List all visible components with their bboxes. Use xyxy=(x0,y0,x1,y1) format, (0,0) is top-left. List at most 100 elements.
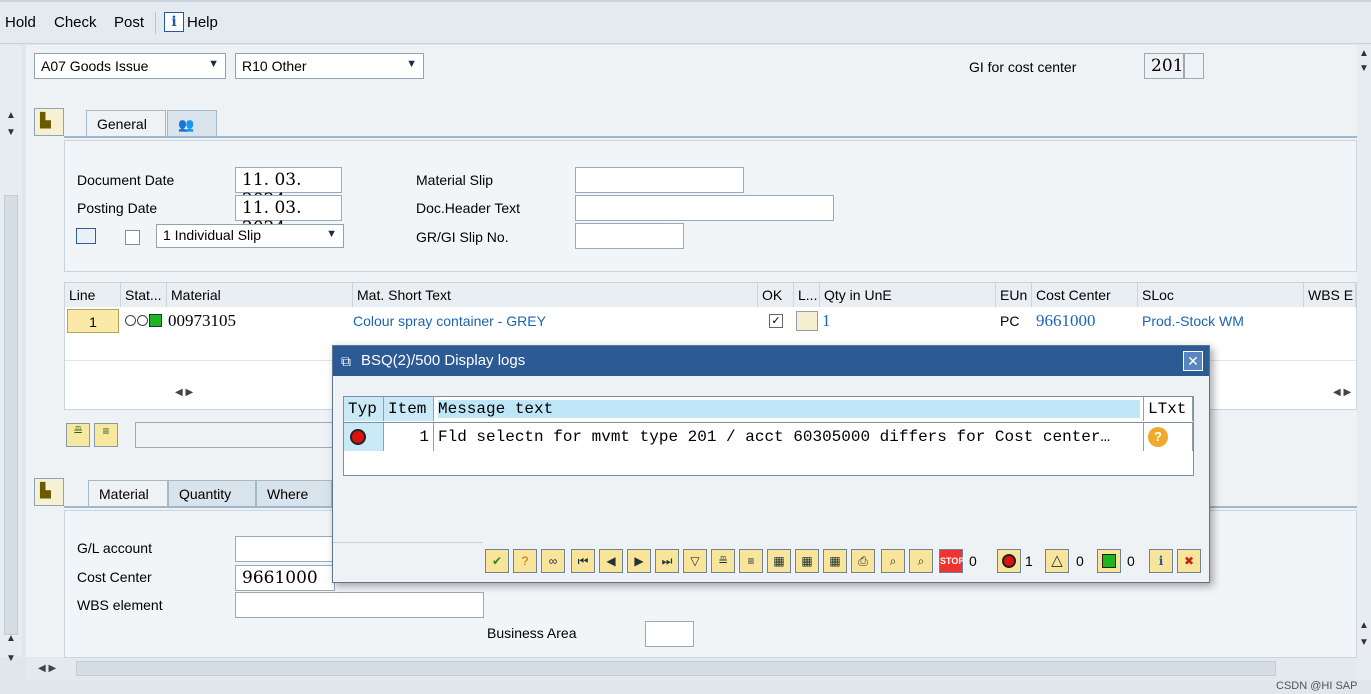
menu-hold[interactable]: Hold xyxy=(5,14,36,31)
menu-post[interactable]: Post xyxy=(114,14,144,31)
grgi-slip-field[interactable] xyxy=(575,223,684,249)
col-ltxt[interactable]: LTxt xyxy=(1144,397,1193,421)
check-icon[interactable]: ✔ xyxy=(485,549,509,573)
message-text[interactable]: Fld selectn for mvmt type 201 / acct 603… xyxy=(434,423,1144,451)
col-l[interactable]: L... xyxy=(794,283,820,307)
col-line[interactable]: Line xyxy=(65,283,121,307)
error-filter-icon[interactable] xyxy=(997,549,1021,573)
posting-date-field[interactable]: 11. 03. 2024 xyxy=(235,195,342,238)
find-next-icon[interactable]: ⌕ xyxy=(909,549,933,573)
scroll-thumb[interactable] xyxy=(4,195,18,635)
scroll-down-icon[interactable]: ▼ xyxy=(2,653,20,664)
cost-center-cell[interactable]: 9661000 xyxy=(1032,308,1138,334)
layout-change-icon[interactable]: ▦ xyxy=(795,549,819,573)
tab-quantity[interactable]: Quantity xyxy=(168,480,256,508)
success-icon[interactable] xyxy=(1097,549,1121,573)
dialog-title-bar[interactable]: ⧉ BSQ(2)/500 Display logs ✕ xyxy=(333,346,1209,376)
scroll-up-icon[interactable]: ▲ xyxy=(2,110,20,121)
prev-page-icon[interactable]: ◀ xyxy=(599,549,623,573)
sort-asc-icon[interactable]: ≞ xyxy=(711,549,735,573)
help-icon[interactable]: ? xyxy=(513,549,537,573)
glasses-icon[interactable]: ∞ xyxy=(541,549,565,573)
info-icon[interactable]: i xyxy=(1149,549,1173,573)
slip-select[interactable]: 1 Individual Slip ▼ xyxy=(156,224,344,248)
scroll-up-icon[interactable]: ▲ xyxy=(1355,620,1371,631)
doc-header-field[interactable] xyxy=(575,195,834,221)
help-question-icon[interactable]: ? xyxy=(1148,427,1168,447)
last-page-icon[interactable]: ⏭ xyxy=(655,549,679,573)
col-item[interactable]: Item xyxy=(384,397,434,421)
table-filter-field[interactable] xyxy=(135,422,335,448)
menu-help[interactable]: Help xyxy=(187,14,218,31)
material-cell[interactable]: 00973105 xyxy=(168,308,348,334)
col-qty[interactable]: Qty in UnE xyxy=(820,283,996,307)
print-checkbox[interactable] xyxy=(125,230,140,245)
first-page-icon[interactable]: ⏮ xyxy=(571,549,595,573)
print-icon[interactable]: ⎙ xyxy=(851,549,875,573)
find-icon[interactable]: ⌕ xyxy=(881,549,905,573)
col-ok[interactable]: OK xyxy=(758,283,794,307)
gl-account-field[interactable] xyxy=(235,536,335,562)
ok-checkbox[interactable]: ✓ xyxy=(769,314,783,328)
tab-general[interactable]: General xyxy=(86,110,166,138)
col-material[interactable]: Material xyxy=(167,283,353,307)
sort-asc-icon[interactable]: ≞ xyxy=(66,423,90,447)
bottom-scrollbar[interactable]: ◀ ▶ xyxy=(26,658,1357,680)
col-short-text[interactable]: Mat. Short Text xyxy=(353,283,758,307)
messages-table: Typ Item Message text LTxt 1 Fld selectn… xyxy=(343,396,1194,476)
sloc-cell[interactable]: Prod.-Stock WM xyxy=(1138,308,1304,334)
info-icon[interactable]: i xyxy=(164,12,184,32)
material-slip-field[interactable] xyxy=(575,167,744,193)
long-text-cell[interactable]: ? xyxy=(1144,423,1193,451)
scroll-down-icon[interactable]: ▼ xyxy=(1355,63,1371,74)
col-eun[interactable]: EUn xyxy=(996,283,1032,307)
col-sloc[interactable]: SLoc xyxy=(1138,283,1304,307)
right-scrollbar[interactable]: ▲ ▼ ▲ ▼ xyxy=(1357,45,1371,685)
table-hscroll-arrows-right[interactable]: ◀ ▶ xyxy=(1333,387,1351,398)
layout-save-icon[interactable]: ▦ xyxy=(823,549,847,573)
tab-where-label: Where xyxy=(267,486,309,502)
next-page-icon[interactable]: ▶ xyxy=(627,549,651,573)
scroll-down-icon[interactable]: ▼ xyxy=(2,127,20,138)
qty-cell[interactable]: 1 xyxy=(822,308,922,334)
sort-desc-icon[interactable]: ≡ xyxy=(94,423,118,447)
hscroll-thumb[interactable] xyxy=(76,661,1276,676)
scroll-up-icon[interactable]: ▲ xyxy=(2,633,20,644)
business-area-field[interactable] xyxy=(645,621,694,647)
short-text-cell[interactable]: Colour spray container - GREY xyxy=(353,308,753,334)
layout-icon[interactable]: ▦ xyxy=(767,549,791,573)
col-cost-center[interactable]: Cost Center xyxy=(1032,283,1138,307)
tab-material[interactable]: Material xyxy=(88,480,168,508)
tab-toggle-icon[interactable]: ▙ xyxy=(34,108,64,136)
close-icon[interactable]: ✕ xyxy=(1183,351,1203,371)
detail-toggle-icon[interactable]: ▙ xyxy=(34,478,64,506)
document-date-field[interactable]: 11. 03. 2024 xyxy=(235,167,342,210)
col-status[interactable]: Stat... xyxy=(121,283,167,307)
tab-partner[interactable]: 👥 xyxy=(167,110,217,138)
table-row[interactable]: 1 00973105 Colour spray container - GREY… xyxy=(65,308,1356,334)
scroll-down-icon[interactable]: ▼ xyxy=(1355,637,1371,648)
cost-center-field[interactable]: 9661000 xyxy=(235,565,335,591)
printer-icon[interactable] xyxy=(76,228,96,244)
col-wbs[interactable]: WBS E xyxy=(1304,283,1356,307)
table-hscroll-arrows[interactable]: ◀ ▶ xyxy=(175,387,193,398)
reference-select[interactable]: R10 Other ▼ xyxy=(235,53,424,79)
warning-icon[interactable]: △ xyxy=(1045,549,1069,573)
eun-cell[interactable]: PC xyxy=(996,308,1032,334)
sort-desc-icon[interactable]: ≡ xyxy=(739,549,763,573)
gl-account-label: G/L account xyxy=(77,540,152,556)
tab-where[interactable]: Where xyxy=(256,480,332,508)
scroll-up-icon[interactable]: ▲ xyxy=(1355,48,1371,59)
stop-icon[interactable]: STOP xyxy=(939,549,964,573)
col-message-text[interactable]: Message text xyxy=(434,397,1144,421)
scroll-left-icon[interactable]: ◀ ▶ xyxy=(38,663,56,674)
left-scrollbar[interactable]: ▲ ▼ ▲ ▼ xyxy=(0,45,22,664)
line-number[interactable]: 1 xyxy=(67,309,119,333)
wbs-field[interactable] xyxy=(235,592,484,618)
col-typ[interactable]: Typ xyxy=(344,397,384,421)
detail-icon[interactable] xyxy=(796,311,818,331)
cancel-icon[interactable]: ✖ xyxy=(1177,549,1201,573)
filter-icon[interactable]: ▽ xyxy=(683,549,707,573)
transaction-select[interactable]: A07 Goods Issue ▼ xyxy=(34,53,226,79)
menu-check[interactable]: Check xyxy=(54,14,97,31)
